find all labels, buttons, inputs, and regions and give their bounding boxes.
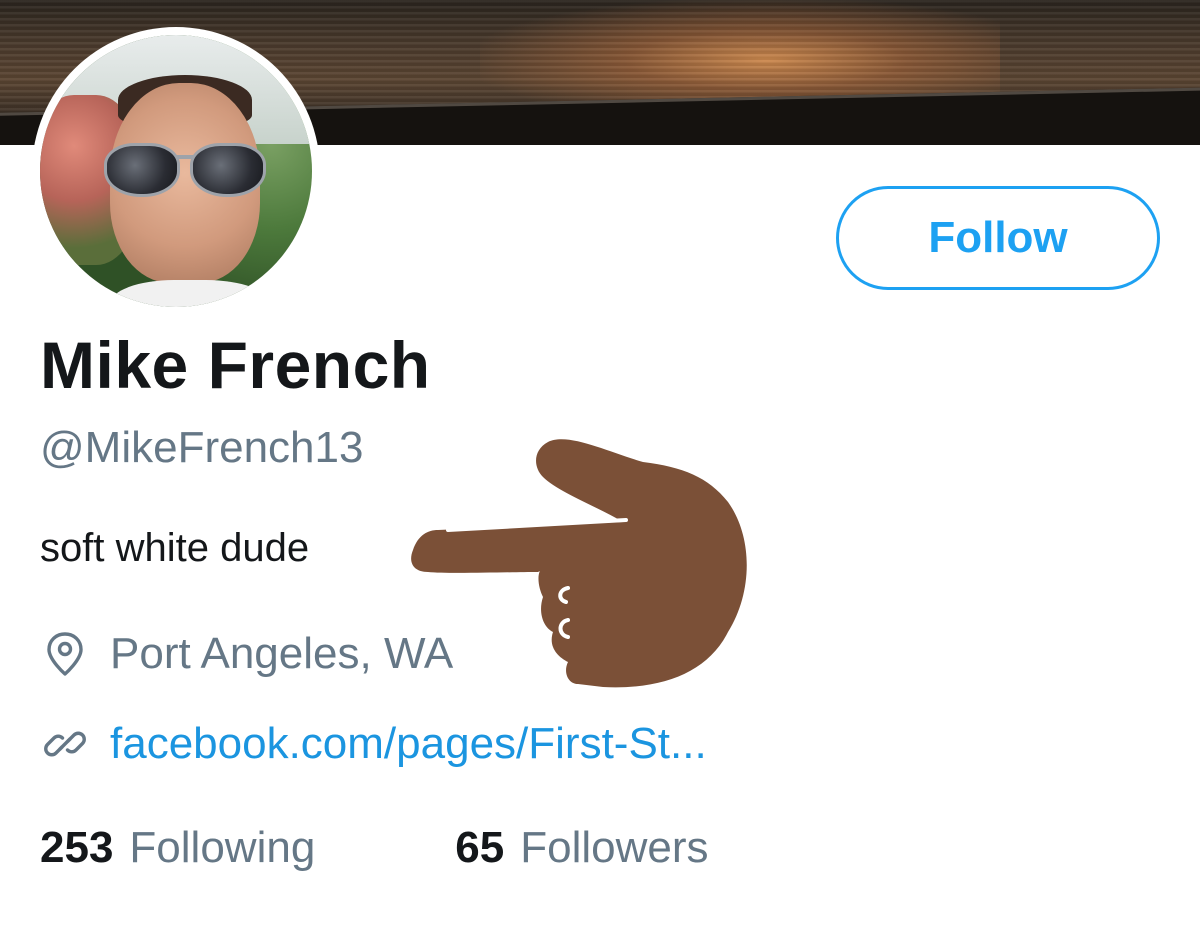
following-label: Following	[129, 823, 316, 872]
follow-button[interactable]: Follow	[836, 186, 1160, 290]
link-icon	[40, 719, 90, 769]
pointing-hand-emoji	[411, 439, 747, 688]
profile-handle[interactable]: @MikeFrench13	[40, 420, 363, 476]
website-link[interactable]: facebook.com/pages/First-St...	[110, 719, 707, 769]
location-pin-icon	[40, 629, 90, 679]
followers-label: Followers	[520, 823, 709, 872]
followers-count: 65	[455, 823, 505, 872]
profile-website[interactable]: facebook.com/pages/First-St...	[40, 714, 707, 774]
following-stat[interactable]: 253 Following	[40, 823, 315, 873]
profile-bio: soft white dude	[40, 526, 310, 570]
following-count: 253	[40, 823, 114, 872]
profile-stats: 253 Following 65 Followers	[40, 818, 709, 878]
profile-name: Mike French	[40, 328, 431, 402]
profile-location: Port Angeles, WA	[40, 624, 453, 684]
avatar[interactable]	[32, 27, 320, 315]
sunglasses	[104, 143, 266, 197]
followers-stat[interactable]: 65 Followers	[455, 823, 708, 873]
location-text: Port Angeles, WA	[110, 629, 454, 678]
avatar-photo	[40, 35, 312, 307]
